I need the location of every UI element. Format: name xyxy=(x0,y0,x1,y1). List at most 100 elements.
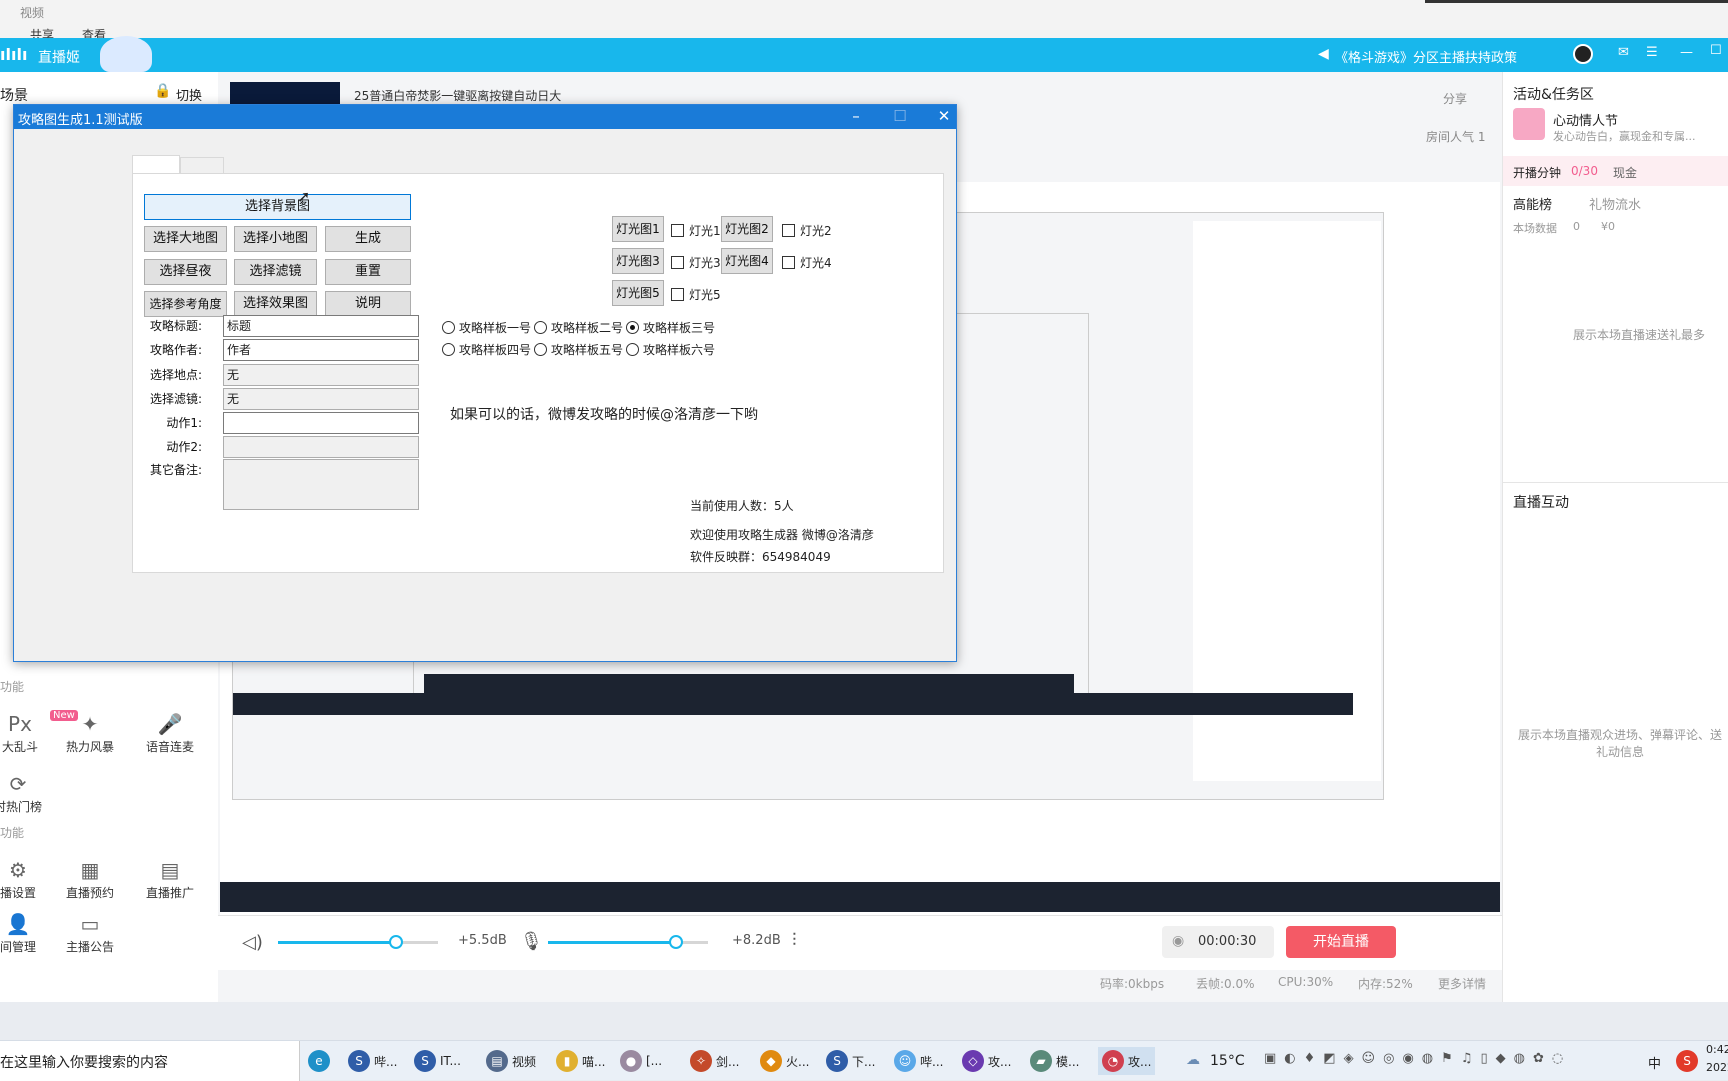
tray-icons[interactable]: ▣◐♦◩◈☺◎◉◍⚑♫▯◆◍✿◌ xyxy=(1264,1051,1571,1066)
tool-heat[interactable]: ✦ 热力风暴 xyxy=(50,712,130,755)
radio-circle[interactable] xyxy=(534,321,547,334)
select-background-button[interactable]: 选择背景图 xyxy=(144,194,411,220)
app-icon: ☺ xyxy=(894,1050,916,1072)
edge-app[interactable]: e xyxy=(308,1047,330,1075)
title-input[interactable]: 标题 xyxy=(223,315,419,337)
mic-slider[interactable] xyxy=(548,935,708,949)
radio-circle[interactable] xyxy=(626,321,639,334)
taskbar-app[interactable]: S 哔... xyxy=(348,1047,397,1075)
slider-knob[interactable] xyxy=(669,935,683,949)
light-1-checkbox[interactable]: 灯光1 xyxy=(671,222,721,239)
template-3-radio[interactable]: 攻略样板三号 xyxy=(626,319,715,336)
policy-link[interactable]: 《格斗游戏》分区主播扶持政策 xyxy=(1335,47,1517,66)
mic-icon[interactable]: 🎙 xyxy=(520,931,543,952)
share-button[interactable]: 分享 xyxy=(1443,90,1467,107)
taskbar-app[interactable]: ▮ 喵... xyxy=(556,1047,605,1075)
select-angle-button[interactable]: 选择参考角度 xyxy=(144,291,227,317)
mixer-icon[interactable]: ⫶ xyxy=(792,930,797,951)
select-effect-button[interactable]: 选择效果图 xyxy=(234,291,317,317)
light-2-checkbox[interactable]: 灯光2 xyxy=(782,222,832,239)
checkbox-box[interactable] xyxy=(782,256,795,269)
chart-icon: ▤ xyxy=(160,858,180,882)
minimize-icon[interactable]: — xyxy=(1680,45,1693,60)
select-daynight-button[interactable]: 选择昼夜 xyxy=(144,259,227,285)
taskbar-app[interactable]: ✧ 剑... xyxy=(690,1047,739,1075)
action1-input[interactable] xyxy=(223,412,419,434)
light-map-1-button[interactable]: 灯光图1 xyxy=(612,216,664,242)
author-input[interactable]: 作者 xyxy=(223,339,419,361)
taskbar-app[interactable]: S IT... xyxy=(414,1047,461,1075)
taskbar-app-active[interactable]: ◔ 攻... xyxy=(1098,1047,1156,1075)
template-1-radio[interactable]: 攻略样板一号 xyxy=(442,319,531,336)
slider-knob[interactable] xyxy=(389,935,404,949)
light-4-checkbox[interactable]: 灯光4 xyxy=(782,254,832,271)
select-smallmap-button[interactable]: 选择小地图 xyxy=(234,226,317,252)
tool-notice[interactable]: ▭ 主播公告 xyxy=(50,912,130,955)
generate-button[interactable]: 生成 xyxy=(325,226,411,252)
checkbox-box[interactable] xyxy=(671,288,684,301)
tool-voice[interactable]: 🎤 语音连麦 xyxy=(130,712,210,755)
maximize-icon[interactable]: ☐ xyxy=(1710,43,1722,58)
light-5-checkbox[interactable]: 灯光5 xyxy=(671,286,721,303)
taskbar-app[interactable]: ● [... xyxy=(620,1047,662,1075)
record-icon[interactable]: ◉ xyxy=(1172,933,1184,949)
radio-label: 攻略样板三号 xyxy=(643,321,716,335)
notes-textarea[interactable] xyxy=(223,459,419,510)
light-3-checkbox[interactable]: 灯光3 xyxy=(671,254,721,271)
divider xyxy=(1503,482,1728,483)
speaker-icon[interactable]: ◁) xyxy=(242,932,263,953)
app-label: 视频 xyxy=(512,1054,537,1069)
select-bigmap-button[interactable]: 选择大地图 xyxy=(144,226,227,252)
tab-1[interactable] xyxy=(132,155,180,175)
tool-hotlist[interactable]: ⟳ 时热门榜 xyxy=(0,772,58,815)
tool-label: 语音连麦 xyxy=(145,740,194,754)
taskbar-app[interactable]: ▤ 视频 xyxy=(486,1047,536,1075)
minimize-icon[interactable]: – xyxy=(834,105,878,129)
help-button[interactable]: 说明 xyxy=(325,291,411,317)
checkbox-box[interactable] xyxy=(671,256,684,269)
light-map-2-button[interactable]: 灯光图2 xyxy=(721,216,773,242)
close-icon[interactable]: ✕ xyxy=(922,105,966,129)
tool-label: 热力风暴 xyxy=(65,740,114,754)
ime-indicator[interactable]: 中 xyxy=(1648,1053,1661,1072)
checkbox-box[interactable] xyxy=(671,224,684,237)
mail-icon[interactable]: ✉ xyxy=(1618,45,1629,60)
more-details[interactable]: 更多详情 xyxy=(1438,975,1486,992)
taskbar-search[interactable]: 在这里输入你要搜索的内容 xyxy=(0,1041,300,1081)
menu-icon[interactable]: ☰ xyxy=(1646,45,1658,60)
template-5-radio[interactable]: 攻略样板五号 xyxy=(534,341,623,358)
template-2-radio[interactable]: 攻略样板二号 xyxy=(534,319,623,336)
tool-schedule[interactable]: ▦ 直播预约 xyxy=(50,858,130,901)
taskbar-app[interactable]: ▰ 模... xyxy=(1030,1047,1079,1075)
radio-circle[interactable] xyxy=(442,343,455,356)
stream-title[interactable]: 25普通白帝焚影一键驱离按键自动日大 xyxy=(354,87,561,104)
tool-promote[interactable]: ▤ 直播推广 xyxy=(130,858,210,901)
stats-label: 本场数据 xyxy=(1513,222,1557,235)
radio-circle[interactable] xyxy=(442,321,455,334)
tab-gifts[interactable]: 礼物流水 xyxy=(1589,194,1641,213)
reset-button[interactable]: 重置 xyxy=(325,259,411,285)
bitrate: 码率:0kbps xyxy=(1100,977,1165,991)
taskbar-app[interactable]: ◆ 火... xyxy=(760,1047,809,1075)
volume-slider[interactable] xyxy=(278,935,438,949)
event-title[interactable]: 心动情人节 xyxy=(1553,110,1618,129)
tab-rank[interactable]: 高能榜 xyxy=(1513,194,1552,213)
app-label: 喵... xyxy=(582,1054,606,1069)
start-live-button[interactable]: 开始直播 xyxy=(1286,926,1396,958)
radio-circle[interactable] xyxy=(534,343,547,356)
switch-button[interactable]: 切换 xyxy=(176,85,202,104)
light-map-4-button[interactable]: 灯光图4 xyxy=(721,248,773,274)
checkbox-box[interactable] xyxy=(782,224,795,237)
select-filter-button[interactable]: 选择滤镜 xyxy=(234,259,317,285)
sogou-icon[interactable]: S xyxy=(1676,1050,1698,1072)
taskbar-app[interactable]: ☺ 哔... xyxy=(894,1047,943,1075)
checkbox-label: 灯光1 xyxy=(689,224,721,238)
avatar[interactable] xyxy=(1573,44,1593,64)
template-4-radio[interactable]: 攻略样板四号 xyxy=(442,341,531,358)
radio-circle[interactable] xyxy=(626,343,639,356)
taskbar-app[interactable]: S 下... xyxy=(826,1047,875,1075)
light-map-5-button[interactable]: 灯光图5 xyxy=(612,280,664,306)
taskbar-app[interactable]: ◇ 攻... xyxy=(962,1047,1011,1075)
template-6-radio[interactable]: 攻略样板六号 xyxy=(626,341,715,358)
light-map-3-button[interactable]: 灯光图3 xyxy=(612,248,664,274)
